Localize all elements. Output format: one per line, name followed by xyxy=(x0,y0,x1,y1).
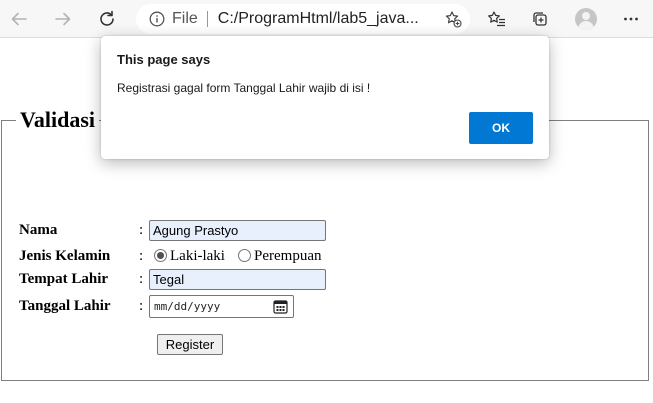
dialog-title: This page says xyxy=(117,52,211,67)
forward-button[interactable] xyxy=(48,4,78,34)
ok-button[interactable]: OK xyxy=(469,112,533,144)
collections-icon xyxy=(533,12,547,26)
nama-colon: : xyxy=(139,222,144,238)
tempat-lahir-label: Tempat Lahir xyxy=(19,271,109,287)
nama-label: Nama xyxy=(19,222,58,238)
favorites-list-icon xyxy=(488,11,505,27)
dialog-message: Registrasi gagal form Tanggal Lahir waji… xyxy=(117,81,371,95)
avatar-head xyxy=(582,12,590,20)
tanggal-lahir-label: Tanggal Lahir xyxy=(19,298,111,314)
radio-perempuan-label[interactable]: Perempuan xyxy=(254,247,321,265)
calendar-icon[interactable] xyxy=(273,299,288,314)
arrow-right-icon xyxy=(55,12,71,26)
radio-laki-laki[interactable] xyxy=(154,249,167,262)
radio-laki-laki-label[interactable]: Laki-laki xyxy=(170,247,225,265)
radio-perempuan[interactable] xyxy=(238,249,251,262)
favorites-button[interactable] xyxy=(482,4,512,34)
more-menu-button[interactable] xyxy=(616,4,646,34)
address-separator xyxy=(206,11,208,27)
tanggal-lahir-colon: : xyxy=(139,298,144,314)
address-bar[interactable]: File C:/ProgramHtml/lab5_java... xyxy=(136,4,470,34)
collections-button[interactable] xyxy=(525,4,555,34)
address-scheme-label: File xyxy=(172,10,198,27)
jenis-kelamin-label: Jenis Kelamin xyxy=(19,248,111,264)
tempat-lahir-input[interactable]: Tegal xyxy=(149,269,326,290)
form-legend: Validasi xyxy=(16,107,100,133)
refresh-button[interactable] xyxy=(92,4,122,34)
tanggal-lahir-input[interactable]: mm/dd/yyyy xyxy=(149,295,294,318)
alert-dialog: This page says Registrasi gagal form Tan… xyxy=(101,36,549,159)
more-horizontal-icon xyxy=(624,17,638,21)
date-placeholder: mm/dd/yyyy xyxy=(154,300,221,313)
address-url[interactable]: C:/ProgramHtml/lab5_java... xyxy=(218,10,419,28)
nama-input[interactable]: Agung Prastyo xyxy=(149,220,326,241)
register-button[interactable]: Register xyxy=(157,334,223,355)
jenis-kelamin-colon: : xyxy=(139,248,144,264)
back-button[interactable] xyxy=(4,4,34,34)
tempat-lahir-colon: : xyxy=(139,271,144,287)
refresh-icon xyxy=(100,10,114,26)
avatar-icon[interactable] xyxy=(575,8,597,30)
browser-toolbar: File C:/ProgramHtml/lab5_java... xyxy=(0,0,653,38)
info-circle-icon[interactable] xyxy=(148,10,166,28)
arrow-left-icon xyxy=(11,12,27,26)
star-plus-icon[interactable] xyxy=(444,10,462,28)
avatar-body xyxy=(578,21,594,30)
